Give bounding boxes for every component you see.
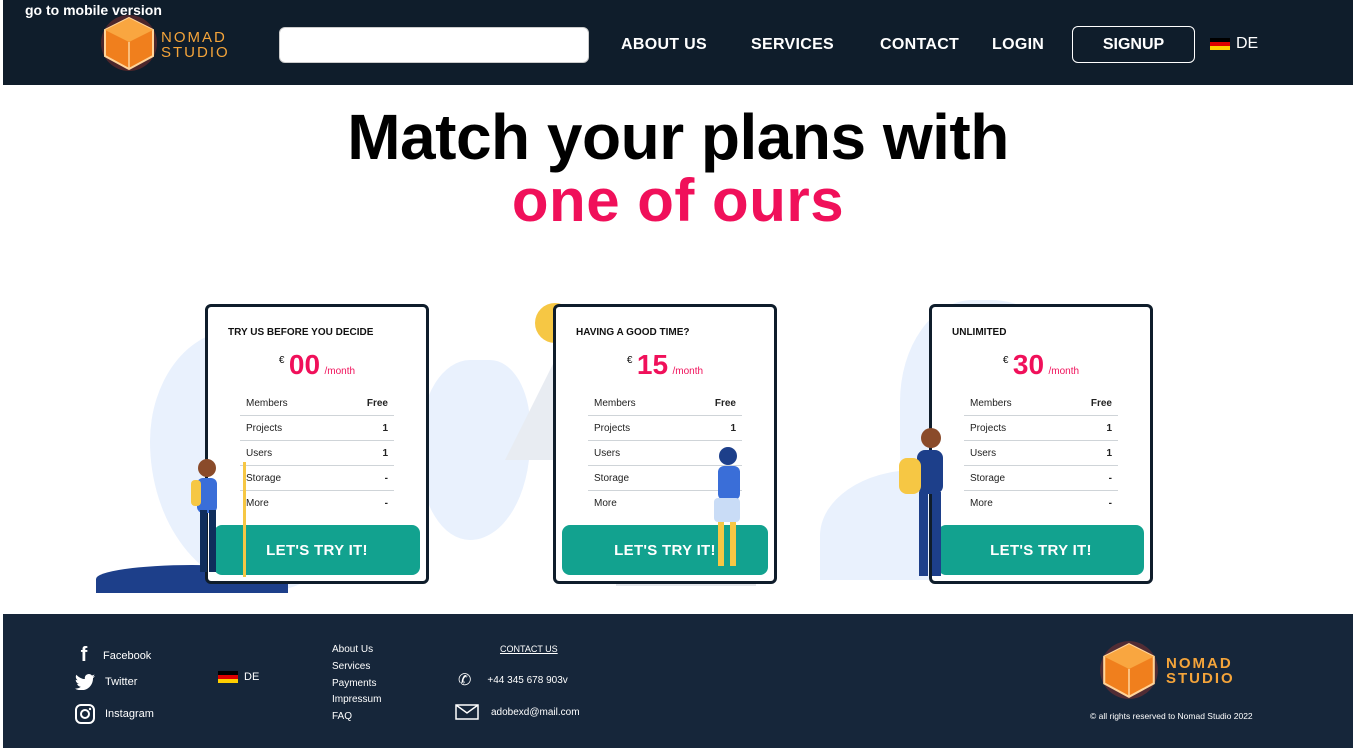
plan-title: TRY US BEFORE YOU DECIDE bbox=[228, 327, 374, 338]
search-input[interactable] bbox=[279, 27, 589, 63]
feature-row: Storage - bbox=[240, 466, 394, 491]
logo-text: NOMAD STUDIO bbox=[1166, 655, 1235, 687]
hero-title: Match your plans with bbox=[347, 101, 1009, 173]
hiker-illustration bbox=[191, 459, 246, 577]
feature-row: Members Free bbox=[588, 391, 742, 416]
phone-icon: ✆ bbox=[458, 672, 472, 689]
plan-price: € 15 /month bbox=[626, 349, 704, 380]
facebook-icon: f bbox=[80, 644, 88, 666]
plan-price: € 30 /month bbox=[1002, 349, 1080, 380]
copyright-text: © all rights reserved to Nomad Studio 20… bbox=[1090, 711, 1253, 721]
feature-row: Projects 1 bbox=[964, 416, 1118, 441]
plan-title: HAVING A GOOD TIME? bbox=[576, 327, 690, 338]
language-label: DE bbox=[1236, 35, 1259, 52]
cube-logo-icon bbox=[1100, 641, 1158, 699]
try-it-button[interactable]: LET'S TRY IT! bbox=[938, 525, 1144, 575]
nav-login[interactable]: LOGIN bbox=[992, 36, 1044, 54]
plan-title: UNLIMITED bbox=[952, 327, 1007, 338]
mail-icon bbox=[455, 704, 479, 720]
backpacker-illustration bbox=[899, 428, 943, 576]
plan-card-unlimited: UNLIMITED € 30 /month Members Free Projec… bbox=[929, 304, 1153, 584]
footer-link-impressum[interactable]: Impressum bbox=[332, 694, 381, 705]
contact-us-link[interactable]: CONTACT US bbox=[500, 644, 558, 654]
plan-feature-list: Members Free Projects 1 Users 1 Storage - Mo… bbox=[964, 391, 1118, 516]
feature-row: Members Free bbox=[240, 391, 394, 416]
language-selector[interactable]: DE bbox=[1210, 35, 1258, 53]
german-flag-icon bbox=[218, 671, 238, 683]
nav-contact[interactable]: CONTACT bbox=[880, 36, 959, 54]
phone-contact[interactable]: ✆ +44 345 678 903v bbox=[458, 670, 568, 690]
header-logo[interactable]: NOMAD STUDIO bbox=[99, 12, 249, 74]
instagram-icon bbox=[75, 704, 95, 724]
footer-link-services[interactable]: Services bbox=[332, 661, 370, 672]
email-contact[interactable]: adobexd@mail.com bbox=[455, 704, 580, 720]
german-flag-icon bbox=[1210, 38, 1230, 50]
facebook-link[interactable]: f Facebook bbox=[75, 644, 152, 667]
feature-row: More - bbox=[246, 498, 388, 509]
traveler-illustration bbox=[714, 447, 740, 566]
page: go to mobile version NOMAD STUDIO ABOUT … bbox=[0, 0, 1356, 748]
nav-about-us[interactable]: ABOUT US bbox=[621, 36, 707, 54]
feature-row: Users 1 bbox=[964, 441, 1118, 466]
feature-row: Projects 1 bbox=[240, 416, 394, 441]
plan-feature-list: Members Free Projects 1 Users 1 Storage - Mo… bbox=[240, 391, 394, 516]
signup-button[interactable]: SIGNUP bbox=[1072, 26, 1195, 63]
cube-logo-icon bbox=[101, 15, 157, 71]
feature-row: Storage - bbox=[964, 466, 1118, 491]
footer-logo[interactable]: NOMAD STUDIO bbox=[1098, 638, 1248, 702]
feature-row: More - bbox=[970, 498, 1112, 509]
nav-services[interactable]: SERVICES bbox=[751, 36, 834, 54]
feature-row: Users 1 bbox=[240, 441, 394, 466]
feature-row: Members Free bbox=[964, 391, 1118, 416]
footer-language-selector[interactable]: DE bbox=[218, 671, 259, 683]
logo-text: NOMAD STUDIO bbox=[161, 29, 230, 61]
footer-link-about-us[interactable]: About Us bbox=[332, 644, 373, 655]
twitter-icon bbox=[75, 674, 95, 690]
footer: f Facebook Twitter Instagram DE About Us… bbox=[3, 614, 1353, 748]
plan-price: € 00 /month bbox=[278, 349, 356, 380]
hero-subtitle: one of ours bbox=[511, 167, 845, 234]
header: go to mobile version NOMAD STUDIO ABOUT … bbox=[3, 0, 1353, 85]
twitter-link[interactable]: Twitter bbox=[75, 674, 137, 690]
instagram-link[interactable]: Instagram bbox=[75, 704, 154, 724]
feature-row: Projects 1 bbox=[588, 416, 742, 441]
footer-link-payments[interactable]: Payments bbox=[332, 678, 376, 689]
footer-link-faq[interactable]: FAQ bbox=[332, 711, 352, 722]
